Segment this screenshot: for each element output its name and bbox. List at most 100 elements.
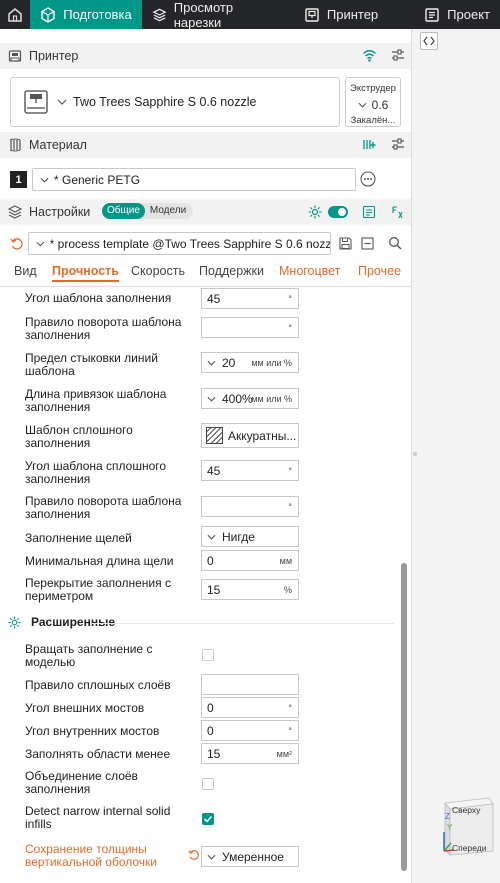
gap-fill-select[interactable]: Нигде xyxy=(201,526,299,547)
home-button[interactable] xyxy=(0,0,30,29)
combine-layers-checkbox[interactable] xyxy=(202,778,214,790)
home-icon xyxy=(8,7,22,22)
splitter-dot xyxy=(413,452,417,456)
infill-angle-input[interactable]: 45 ° xyxy=(201,288,299,309)
tab-multicolor[interactable]: Многоцвет xyxy=(279,264,340,278)
view-cube[interactable]: Сверху Спереди Z Y xyxy=(442,795,495,856)
tab-view[interactable]: Вид xyxy=(14,264,37,278)
advanced-group-title: Расширенные xyxy=(31,615,115,629)
search-settings-button[interactable] xyxy=(391,205,405,219)
int-bridge-angle-input[interactable]: 0 ° xyxy=(201,720,299,741)
solid-pattern-select[interactable]: Аккуратны... xyxy=(201,423,299,448)
param-value: 45 xyxy=(207,463,221,478)
solid-angle-input[interactable]: 45 ° xyxy=(201,460,299,481)
printer-icon xyxy=(8,50,22,62)
tab-project[interactable]: Проект xyxy=(414,0,500,29)
pattern-icon xyxy=(206,427,223,444)
param-label: Угол шаблона заполнения xyxy=(25,291,172,305)
narrow-solid-checkbox[interactable] xyxy=(202,813,214,825)
reset-button[interactable] xyxy=(10,237,24,251)
tab-other[interactable]: Прочее xyxy=(358,264,401,278)
filament-name: * Generic PETG xyxy=(54,172,141,187)
tab-project-label: Проект xyxy=(447,7,490,22)
solid-layers-rule-input[interactable] xyxy=(201,674,299,695)
material-section-title: Материал xyxy=(29,138,87,152)
printer-name: Two Trees Sapphire S 0.6 nozzle xyxy=(73,95,257,109)
parameter-list: Угол шаблона заполнения 45 ° Правило пово… xyxy=(0,288,411,883)
printer-selector[interactable]: Two Trees Sapphire S 0.6 nozzle xyxy=(10,77,340,127)
small-area-input[interactable]: 15 мм² xyxy=(201,743,299,764)
more-icon xyxy=(360,171,376,187)
extruder-panel[interactable]: Экструдер 0.6 Закалён... xyxy=(345,77,401,127)
remove-process-button[interactable] xyxy=(361,237,374,250)
tab-printer-label: Принтер xyxy=(326,7,379,22)
slice-preview-icon xyxy=(152,8,167,21)
undo-icon xyxy=(188,850,199,860)
top-bar: Подготовка Просмотр нарезки Принтер Прое… xyxy=(0,0,500,30)
param-label: Правило сплошных слоёв xyxy=(25,678,171,692)
prepare-icon xyxy=(41,6,55,23)
add-material-button[interactable] xyxy=(362,137,377,152)
wifi-button[interactable] xyxy=(362,48,377,63)
min-gap-input[interactable]: 0 мм xyxy=(201,550,299,571)
code-brackets-icon xyxy=(423,36,435,46)
tab-printer[interactable]: Принтер xyxy=(294,0,388,29)
param-unit: ° xyxy=(288,702,292,713)
nozzle-diameter: 0.6 xyxy=(371,98,389,112)
param-value: 0 xyxy=(207,723,214,738)
printer-settings-button[interactable] xyxy=(391,48,405,62)
reset-shell-button[interactable] xyxy=(188,849,200,861)
cube-top-label: Сверху xyxy=(452,805,481,815)
anchor-limit-input[interactable]: 20 мм или % xyxy=(201,352,299,373)
param-unit: мм xyxy=(279,555,292,566)
solid-rotation-input[interactable]: ° xyxy=(201,496,299,517)
param-value: 15 xyxy=(207,746,221,761)
collapse-sidebar-button[interactable] xyxy=(420,32,438,50)
tab-preview[interactable]: Просмотр нарезки xyxy=(142,0,288,30)
infill-rotation-input[interactable]: ° xyxy=(201,317,299,338)
layers-icon xyxy=(8,205,22,219)
save-process-button[interactable] xyxy=(339,237,352,250)
compare-button[interactable] xyxy=(362,205,376,219)
material-settings-button[interactable] xyxy=(391,137,405,151)
tab-speed[interactable]: Скорость xyxy=(131,264,185,278)
printer-monitor-icon xyxy=(305,7,319,22)
advanced-mode-button[interactable] xyxy=(308,205,322,219)
tab-supports[interactable]: Поддержки xyxy=(199,264,264,278)
param-label: Объединение слоёв заполнения xyxy=(25,769,138,796)
check-icon xyxy=(203,815,213,823)
chevron-down-icon xyxy=(207,534,216,540)
filament-more-button[interactable] xyxy=(360,171,376,187)
extruder-label: Экструдер xyxy=(350,83,396,94)
scrollbar[interactable] xyxy=(401,563,407,871)
chevron-down-icon xyxy=(207,396,216,402)
advanced-toggle[interactable] xyxy=(328,206,348,218)
process-selector[interactable]: * process template @Two Trees Sapphire S… xyxy=(28,232,331,255)
save-icon xyxy=(339,237,352,250)
filament-slot-number: 1 xyxy=(10,171,27,188)
advanced-group-header: Расширенные xyxy=(8,615,115,629)
project-icon xyxy=(425,7,439,22)
combine-model-checkbox[interactable] xyxy=(202,649,214,661)
scope-toggle[interactable]: Общие Модели xyxy=(102,203,193,219)
param-value: 45 xyxy=(207,291,221,306)
tab-prepare[interactable]: Подготовка xyxy=(30,0,142,29)
toggle-models[interactable]: Модели xyxy=(145,203,191,219)
anchor-length-input[interactable]: 400% мм или % xyxy=(201,388,299,409)
nozzle-type: Закалён... xyxy=(350,115,396,126)
overlap-input[interactable]: 15% xyxy=(201,579,299,600)
param-label: Правило поворота шаблона заполнения xyxy=(25,315,182,342)
search-button[interactable] xyxy=(388,236,402,250)
param-label: Заполнять области менее xyxy=(25,747,171,761)
filament-selector[interactable]: * Generic PETG xyxy=(32,168,356,191)
param-label: Длина привязок шаблона заполнения xyxy=(25,387,167,414)
toggle-common[interactable]: Общие xyxy=(102,203,145,219)
shell-thickness-select[interactable]: Умеренное xyxy=(201,846,299,867)
tab-strength[interactable]: Прочность xyxy=(52,264,119,282)
tab-prepare-label: Подготовка xyxy=(63,7,132,22)
undo-icon xyxy=(10,238,23,250)
param-unit: ° xyxy=(288,322,292,333)
param-label: Предел стыковки линий шаблона xyxy=(25,351,158,378)
search-icon xyxy=(389,237,402,250)
ext-bridge-angle-input[interactable]: 0 ° xyxy=(201,697,299,718)
